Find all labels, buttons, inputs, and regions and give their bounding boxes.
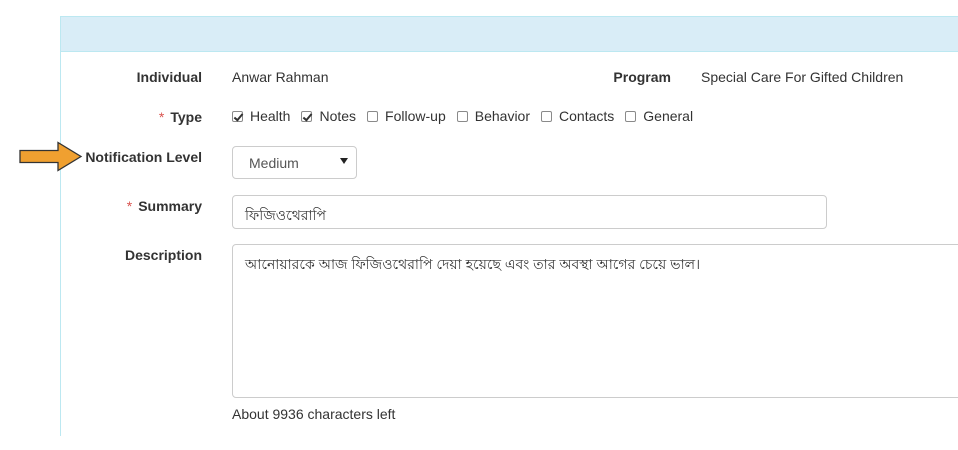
type-checkbox-label[interactable]: Health (250, 108, 290, 124)
caret-down-icon (340, 158, 348, 164)
type-checkbox-label[interactable]: Follow-up (385, 108, 446, 124)
summary-input[interactable]: ফিজিওথেরাপি (232, 195, 827, 229)
type-checkbox-behavior[interactable] (456, 110, 468, 122)
program-label: Program (613, 69, 671, 85)
description-textarea-value: আনোয়ারকে আজ ফিজিওথেরাপি দেয়া হয়েছে এব… (245, 256, 701, 272)
summary-input-value: ফিজিওথেরাপি (245, 207, 327, 223)
panel-heading (61, 17, 958, 52)
type-checkbox-contacts[interactable] (541, 110, 553, 122)
required-marker: * (158, 109, 165, 125)
notification-level-label: Notification Level (85, 149, 202, 165)
type-checkbox-label[interactable]: Behavior (475, 108, 530, 124)
description-textarea[interactable]: আনোয়ারকে আজ ফিজিওথেরাপি দেয়া হয়েছে এব… (232, 244, 958, 398)
type-checkbox-label[interactable]: General (643, 108, 693, 124)
individual-label: Individual (136, 69, 202, 85)
characters-left-counter: About 9936 characters left (232, 406, 396, 422)
description-label: Description (124, 247, 202, 263)
required-marker: * (126, 198, 133, 214)
notification-level-select[interactable]: Medium (232, 146, 357, 179)
type-label: * Type (100, 109, 202, 125)
type-checkbox-group: Health Notes Follow-up Behavior Contacts Gene… (232, 108, 704, 124)
summary-label: * Summary (100, 198, 202, 214)
type-checkbox-label[interactable]: Notes (319, 108, 356, 124)
program-value: Special Care For Gifted Children (701, 69, 904, 85)
summary-label-text: Summary (138, 198, 202, 214)
type-checkbox-label[interactable]: Contacts (559, 108, 614, 124)
type-checkbox-general[interactable] (625, 110, 637, 122)
type-checkbox-follow-up[interactable] (367, 110, 379, 122)
type-label-text: Type (170, 109, 202, 125)
individual-value: Anwar Rahman (232, 69, 329, 85)
type-checkbox-notes[interactable] (301, 110, 313, 122)
type-checkbox-health[interactable] (232, 110, 243, 122)
notification-level-value: Medium (249, 155, 299, 171)
